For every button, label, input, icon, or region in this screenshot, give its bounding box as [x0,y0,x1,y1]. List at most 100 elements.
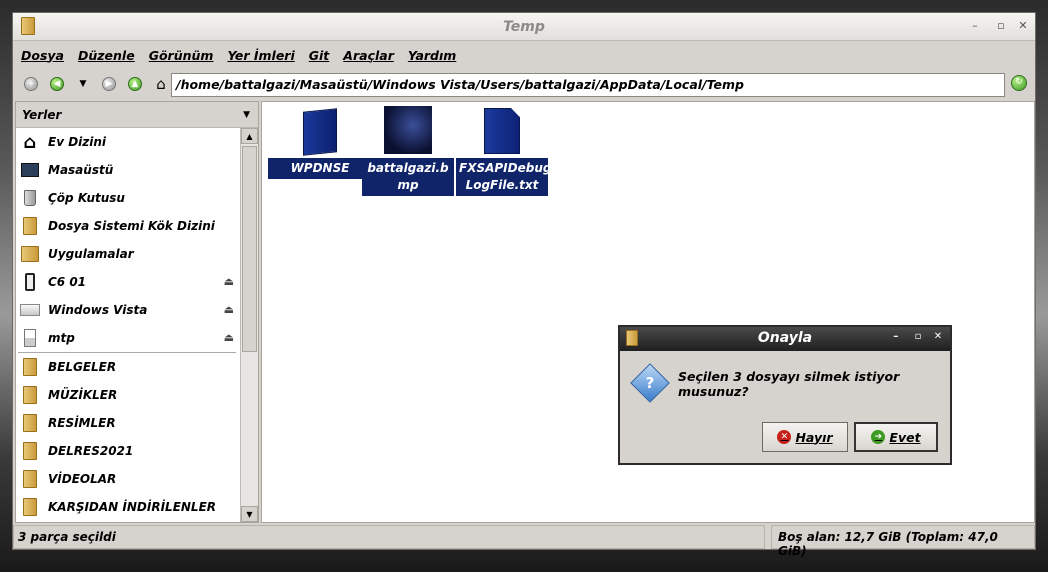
home-icon: ⌂ [23,131,37,153]
sidebar-item-delres2021[interactable]: DELRES2021 [16,437,238,465]
file-name-line-1: battalgazi.b [367,161,449,175]
chevron-down-icon: ▼ [79,79,87,89]
scroll-down-icon[interactable]: ▼ [241,506,258,522]
sidebar-item-home[interactable]: ⌂ Ev Dizini [16,128,238,156]
menu-dosya[interactable]: Dosya [21,48,64,63]
eject-icon[interactable]: ⏏ [224,331,234,344]
sidebar-scrollbar[interactable]: ▲ ▼ [240,128,258,522]
file-manager-window: Temp – ▫ ✕ Dosya Düzenle Görünüm Yer İml… [12,12,1036,558]
folder-icon [20,469,40,489]
file-item-fxsapidebuglogfile[interactable]: FXSAPIDebug LogFile.txt [456,106,552,196]
file-item-battalgazi-bmp[interactable]: battalgazi.b mp [362,106,454,196]
sidebar-header[interactable]: Yerler ▼ [16,102,258,128]
menu-bar: Dosya Düzenle Görünüm Yer İmleri Git Ara… [13,41,1035,69]
applications-icon [20,244,40,264]
forward-arrow-icon: ▶ [102,77,116,91]
desktop-icon [20,160,40,180]
chevron-down-icon: ▼ [243,109,250,120]
folder-icon [20,216,40,236]
cancel-icon: ✕ [777,430,792,444]
drive-icon [20,300,40,320]
file-name: FXSAPIDebug LogFile.txt [456,158,552,196]
folder-icon [20,385,40,405]
forward-button[interactable]: ▶ [99,74,119,94]
file-name-line-2: LogFile.txt [465,178,539,192]
maximize-icon[interactable]: ▫ [912,331,924,342]
close-icon[interactable]: ✕ [932,331,944,342]
sidebar-item-label: Çöp Kutusu [48,191,125,205]
dialog-title-bar[interactable]: Onayla – ▫ ✕ [620,327,950,351]
sidebar-item-karsidan-indirilenler[interactable]: KARŞIDAN İNDİRİLENLER [16,493,238,521]
sidebar-item-videolar[interactable]: VİDEOLAR [16,465,238,493]
menu-duzenle[interactable]: Düzenle [78,48,135,63]
media-player-icon [20,328,40,348]
menu-yer-imleri[interactable]: Yer İmleri [227,48,294,63]
sidebar-item-desktop[interactable]: Masaüstü [16,156,238,184]
folder-icon [20,441,40,461]
scroll-up-icon[interactable]: ▲ [241,128,258,144]
sidebar-item-label: Masaüstü [48,163,114,177]
folder-icon [20,357,40,377]
sidebar-item-label: KARŞIDAN İNDİRİLENLER [48,500,217,514]
sidebar-item-windows-vista[interactable]: Windows Vista ⏏ [16,296,238,324]
sidebar-item-resimler[interactable]: RESİMLER [16,409,238,437]
sidebar-item-label: Windows Vista [48,303,148,317]
yes-button[interactable]: ➔ Evet [854,422,938,452]
back-button[interactable]: ◀ [47,74,67,94]
image-file-icon [384,106,432,154]
minimize-icon[interactable]: – [967,19,983,32]
sidebar-item-label: Dosya Sistemi Kök Dizini [48,219,215,233]
question-icon: ? [630,363,670,403]
sidebar-item-applications[interactable]: Uygulamalar [16,240,238,268]
file-name: WPDNSE [268,158,372,179]
no-button[interactable]: ✕ Hayır [762,422,848,452]
places-sidebar: Yerler ▼ ⌂ Ev Dizini Masaüstü Çöp Kutusu… [15,101,259,523]
sidebar-item-trash[interactable]: Çöp Kutusu [16,184,238,212]
file-name-line-1: FXSAPIDebug [459,161,552,175]
new-window-button[interactable]: + [21,74,41,94]
sidebar-item-label: BELGELER [48,360,117,374]
go-arrow-icon: ↻ [1011,75,1027,91]
sidebar-item-label: DELRES2021 [48,444,134,458]
home-button[interactable]: ⌂ [151,74,171,94]
sidebar-item-muzikler[interactable]: MÜZİKLER [16,381,238,409]
file-item-wpdnse[interactable]: WPDNSE [268,106,372,179]
menu-git[interactable]: Git [309,48,330,63]
scrollbar-thumb[interactable] [242,146,257,352]
up-arrow-icon: ▲ [128,77,142,91]
close-icon[interactable]: ✕ [1015,19,1031,32]
text-file-icon [478,106,526,154]
sidebar-item-label: VİDEOLAR [48,472,117,486]
yes-button-label: Evet [889,429,921,445]
up-button[interactable]: ▲ [125,74,145,94]
menu-gorunum[interactable]: Görünüm [149,48,214,63]
sidebar-item-label: C6 01 [48,275,87,289]
file-name-line-2: mp [397,178,419,192]
back-arrow-icon: ◀ [50,77,64,91]
sidebar-item-label: mtp [48,331,75,345]
menu-yardim[interactable]: Yardım [408,48,456,63]
sidebar-item-label: Ev Dizini [48,135,107,149]
trash-icon [20,188,40,208]
minimize-icon[interactable]: – [890,331,902,342]
ok-icon: ➔ [871,430,886,444]
go-button[interactable]: ↻ [1011,75,1027,91]
eject-icon[interactable]: ⏏ [224,275,234,288]
location-bar[interactable]: /home/battalgazi/Masaüstü/Windows Vista/… [171,73,1005,97]
phone-icon [20,272,40,292]
status-selection: 3 parça seçildi [13,525,765,549]
sidebar-item-belgeler[interactable]: BELGELER [16,353,238,381]
sidebar-item-label: RESİMLER [48,416,116,430]
title-bar[interactable]: Temp – ▫ ✕ [13,13,1035,41]
menu-araclar[interactable]: Araçlar [343,48,394,63]
window-title: Temp [503,19,545,35]
sidebar-item-root[interactable]: Dosya Sistemi Kök Dizini [16,212,238,240]
eject-icon[interactable]: ⏏ [224,303,234,316]
no-button-label: Hayır [795,429,833,445]
history-dropdown-button[interactable]: ▼ [73,74,93,94]
sidebar-item-c6-01[interactable]: C6 01 ⏏ [16,268,238,296]
sidebar-item-mtp[interactable]: mtp ⏏ [16,324,238,352]
folder-icon [20,497,40,517]
maximize-icon[interactable]: ▫ [993,19,1009,32]
sidebar-item-label: Uygulamalar [48,247,134,261]
